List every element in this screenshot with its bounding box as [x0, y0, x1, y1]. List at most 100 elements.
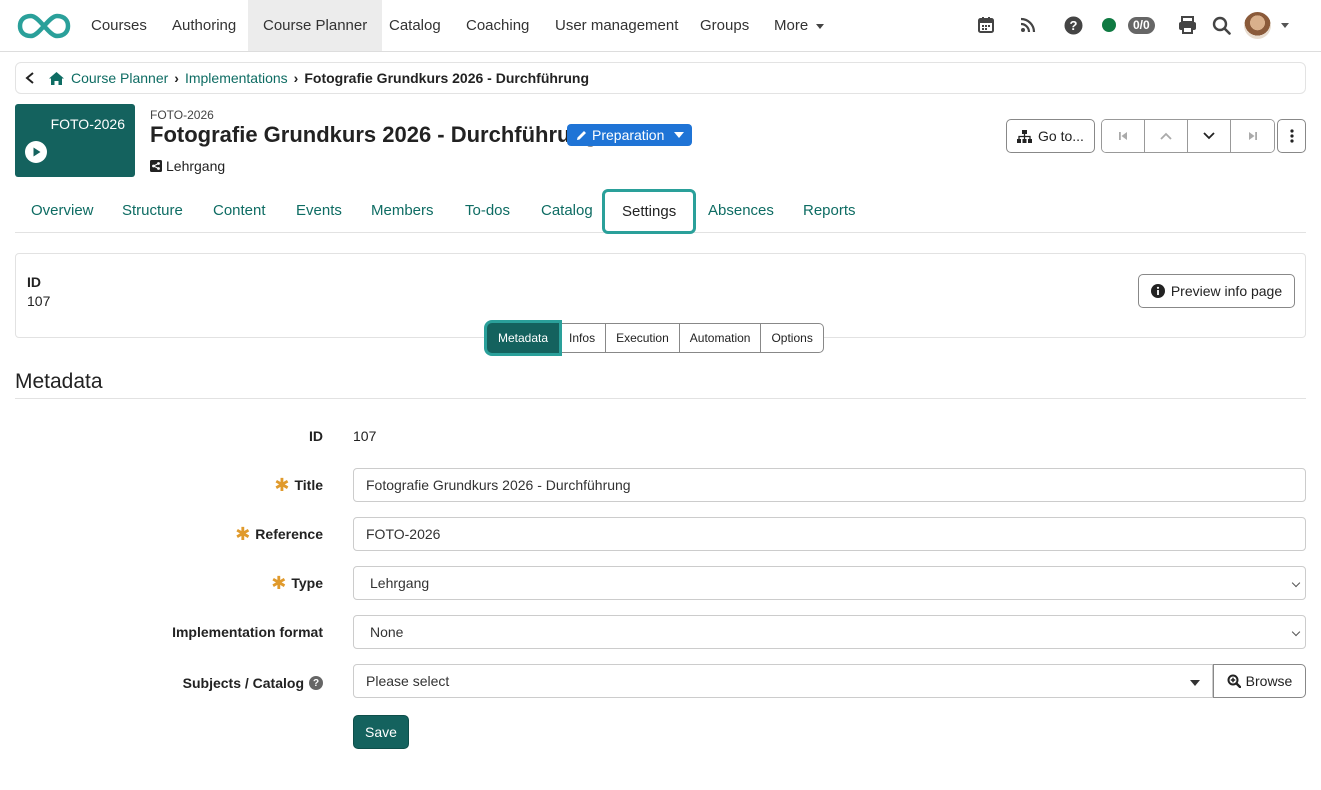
- tab-content[interactable]: Content: [197, 192, 282, 230]
- zoom-in-icon: [1227, 674, 1241, 688]
- save-button[interactable]: Save: [353, 715, 409, 749]
- user-avatar[interactable]: [1244, 12, 1271, 39]
- status-dropdown-button[interactable]: Preparation: [567, 124, 693, 146]
- breadcrumb-current: Fotografie Grundkurs 2026 - Durchführung: [304, 70, 590, 86]
- kebab-icon: [1289, 129, 1294, 143]
- format-select-value: None: [370, 624, 404, 640]
- nav-groups[interactable]: Groups: [685, 0, 764, 51]
- course-thumbnail[interactable]: FOTO-2026: [15, 104, 135, 177]
- nav-authoring[interactable]: Authoring: [157, 0, 251, 51]
- nav-user-management[interactable]: User management: [540, 0, 693, 51]
- skip-first-icon: [1119, 132, 1127, 140]
- status-label: Preparation: [592, 127, 665, 143]
- tab-reports[interactable]: Reports: [787, 192, 872, 230]
- external-reference: FOTO-2026: [150, 108, 214, 122]
- id-label: ID: [27, 274, 41, 290]
- catalog-label: Subjects / Catalog ?: [183, 675, 323, 691]
- calendar-icon[interactable]: [975, 14, 997, 36]
- subtab-infos[interactable]: Infos: [559, 323, 607, 353]
- go-to-label: Go to...: [1038, 128, 1084, 144]
- nav-more-label: More: [774, 17, 809, 34]
- nav-more[interactable]: More: [759, 0, 839, 51]
- next-item-button[interactable]: [1188, 120, 1231, 152]
- thumbnail-label: FOTO-2026: [50, 116, 125, 132]
- first-item-button[interactable]: [1102, 120, 1145, 152]
- pencil-icon: [577, 130, 586, 140]
- id-value: 107: [27, 293, 51, 309]
- play-icon[interactable]: [25, 141, 47, 163]
- subtab-options[interactable]: Options: [761, 323, 824, 353]
- tab-structure[interactable]: Structure: [106, 192, 199, 230]
- form-id-label: ID: [309, 428, 323, 444]
- breadcrumb-implementations[interactable]: Implementations: [185, 70, 288, 86]
- section-title: Metadata: [15, 370, 103, 393]
- breadcrumb: Course Planner › Implementations › Fotog…: [15, 62, 1306, 94]
- help-icon[interactable]: ?: [1062, 14, 1084, 36]
- title-label-text: Title: [294, 477, 323, 493]
- nav-course-planner[interactable]: Course Planner: [248, 0, 383, 51]
- info-icon: [1150, 284, 1165, 298]
- settings-subtabs: Metadata Infos Execution Automation Opti…: [487, 321, 824, 355]
- title-label: ✱ Title: [274, 476, 323, 494]
- sitemap-icon: [1017, 129, 1033, 143]
- section-divider: [15, 398, 1306, 399]
- title-input[interactable]: Fotografie Grundkurs 2026 - Durchführung: [353, 468, 1306, 502]
- subtab-execution[interactable]: Execution: [606, 323, 680, 353]
- breadcrumb-course-planner[interactable]: Course Planner: [71, 70, 168, 86]
- more-actions-button[interactable]: [1277, 119, 1306, 153]
- tab-members[interactable]: Members: [355, 192, 450, 230]
- search-icon[interactable]: [1210, 14, 1232, 36]
- print-icon[interactable]: [1176, 14, 1198, 36]
- catalog-select[interactable]: Please select: [353, 664, 1213, 698]
- catalog-select-value: Please select: [366, 673, 450, 689]
- form-id-value: 107: [353, 428, 377, 444]
- previous-item-button[interactable]: [1145, 120, 1188, 152]
- subtab-metadata[interactable]: Metadata: [487, 323, 560, 353]
- format-label-text: Implementation format: [172, 624, 323, 640]
- nav-courses[interactable]: Courses: [76, 0, 162, 51]
- online-status-icon[interactable]: [1102, 18, 1116, 32]
- tab-settings[interactable]: Settings: [602, 189, 697, 234]
- logo-icon[interactable]: [17, 12, 71, 40]
- type-label: Lehrgang: [166, 158, 226, 174]
- svg-text:?: ?: [1069, 18, 1077, 33]
- pager: [1101, 119, 1275, 153]
- tab-todos[interactable]: To-dos: [449, 192, 526, 230]
- type-select-value: Lehrgang: [370, 575, 430, 591]
- chevron-up-icon: [1160, 132, 1172, 140]
- chevron-down-icon: [674, 132, 685, 138]
- catalog-label-text: Subjects / Catalog: [182, 675, 304, 691]
- nav-catalog[interactable]: Catalog: [374, 0, 456, 51]
- implementation-format-select[interactable]: None: [353, 615, 1306, 649]
- reference-label-text: Reference: [255, 526, 323, 542]
- preview-info-page-button[interactable]: Preview info page: [1138, 274, 1295, 308]
- help-icon[interactable]: ?: [309, 676, 323, 690]
- required-icon: ✱: [271, 573, 287, 593]
- go-to-button[interactable]: Go to...: [1006, 119, 1095, 153]
- chevron-down-icon[interactable]: [1281, 23, 1289, 28]
- chevron-right-icon: ›: [293, 70, 299, 86]
- tab-catalog[interactable]: Catalog: [525, 192, 609, 230]
- share-icon: [150, 160, 162, 172]
- last-item-button[interactable]: [1231, 120, 1274, 152]
- skip-last-icon: [1248, 132, 1257, 140]
- tab-overview[interactable]: Overview: [15, 192, 110, 230]
- subtab-automation[interactable]: Automation: [679, 323, 762, 353]
- top-navbar: Courses Authoring Course Planner Catalog…: [0, 0, 1321, 52]
- implementation-type: Lehrgang: [150, 158, 225, 174]
- browse-button[interactable]: Browse: [1213, 664, 1306, 698]
- browse-label: Browse: [1245, 673, 1293, 689]
- type-label-text: Type: [291, 575, 323, 591]
- required-icon: ✱: [235, 524, 251, 544]
- reference-input[interactable]: FOTO-2026: [353, 517, 1306, 551]
- home-icon[interactable]: [48, 71, 65, 86]
- tab-absences[interactable]: Absences: [692, 192, 790, 230]
- type-select[interactable]: Lehrgang: [353, 566, 1306, 600]
- back-icon[interactable]: [24, 71, 36, 85]
- status-count-badge[interactable]: 0/0: [1128, 17, 1155, 34]
- rss-icon[interactable]: [1017, 14, 1039, 36]
- nav-coaching[interactable]: Coaching: [451, 0, 544, 51]
- format-label: Implementation format: [172, 624, 323, 640]
- tab-events[interactable]: Events: [280, 192, 358, 230]
- page-title: Fotografie Grundkurs 2026 - Durchführung: [150, 122, 598, 147]
